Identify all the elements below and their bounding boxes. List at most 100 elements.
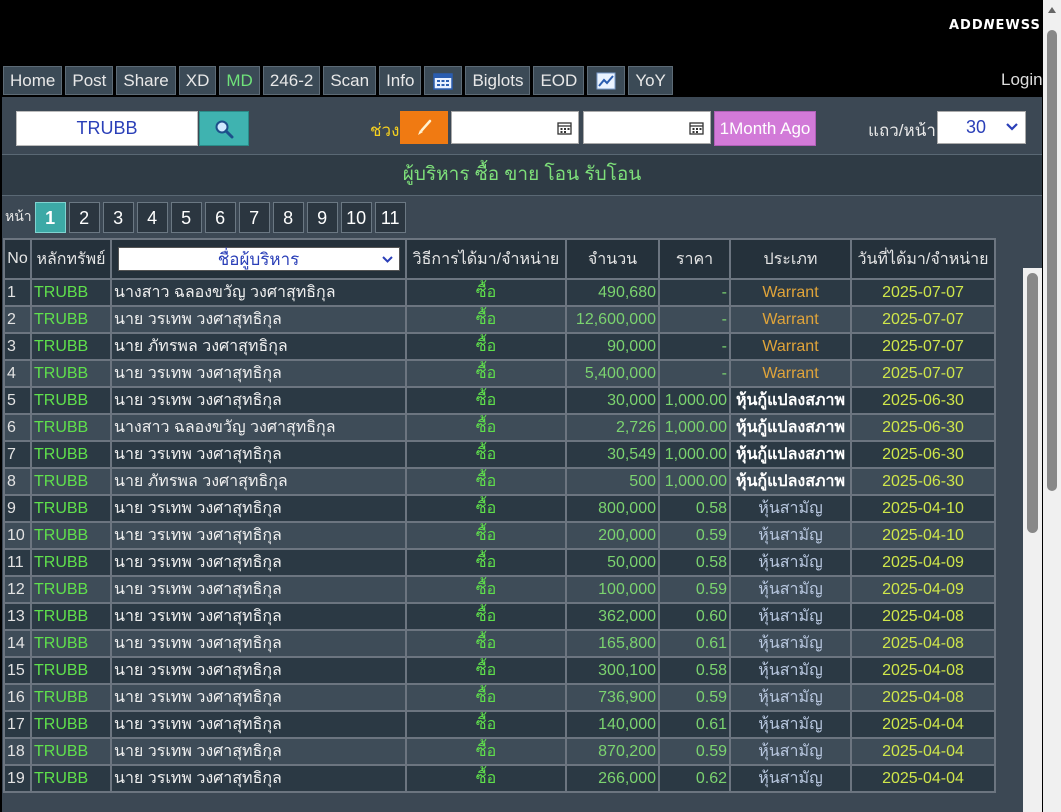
table-row: 6 TRUBB นางสาว ฉลองขวัญ วงศาสุทธิกุล ซื้อ 2,… xyxy=(3,413,996,442)
cell-security-type: Warrant xyxy=(729,278,852,307)
cell-symbol[interactable]: TRUBB xyxy=(30,764,112,793)
cell-symbol[interactable]: TRUBB xyxy=(30,440,112,469)
cell-no: 3 xyxy=(3,332,32,361)
col-header-price[interactable]: ราคา xyxy=(658,238,731,280)
cell-symbol[interactable]: TRUBB xyxy=(30,359,112,388)
cell-symbol[interactable]: TRUBB xyxy=(30,413,112,442)
cell-symbol[interactable]: TRUBB xyxy=(30,710,112,739)
page-button-5[interactable]: 5 xyxy=(170,201,202,233)
nav-xd-button[interactable]: XD xyxy=(178,66,217,95)
cell-executive-name: นาย วรเทพ วงศาสุทธิกุล xyxy=(110,683,407,712)
cell-no: 5 xyxy=(3,386,32,415)
calendar-icon[interactable] xyxy=(689,121,704,135)
nav-biglots-button[interactable]: Biglots xyxy=(465,66,531,95)
page-button-11[interactable]: 11 xyxy=(374,201,406,233)
page-button-9[interactable]: 9 xyxy=(306,201,338,233)
range-label: ช่วง xyxy=(370,121,400,140)
cell-quantity: 736,900 xyxy=(565,683,660,712)
cell-method: ซื้อ xyxy=(405,467,567,496)
login-link[interactable]: Login xyxy=(1001,70,1043,90)
col-header-date[interactable]: วันที่ได้มา/จำหน่าย xyxy=(850,238,996,280)
one-month-ago-button[interactable]: 1Month Ago xyxy=(714,111,816,146)
cell-symbol[interactable]: TRUBB xyxy=(30,332,112,361)
table-scrollbar-thumb[interactable] xyxy=(1027,273,1038,533)
nav-info-button[interactable]: Info xyxy=(379,66,422,95)
cell-symbol[interactable]: TRUBB xyxy=(30,386,112,415)
page-button-8[interactable]: 8 xyxy=(272,201,304,233)
cell-symbol[interactable]: TRUBB xyxy=(30,521,112,550)
nav-scan-button[interactable]: Scan xyxy=(323,66,377,95)
cell-method: ซื้อ xyxy=(405,521,567,550)
nav-share-button[interactable]: Share xyxy=(116,66,176,95)
cell-date: 2025-06-30 xyxy=(850,413,996,442)
table-scrollbar[interactable] xyxy=(1023,268,1042,812)
nav-home-button[interactable]: Home xyxy=(3,66,63,95)
col-header-symbol[interactable]: หลักทรัพย์ xyxy=(30,238,112,280)
cell-quantity: 50,000 xyxy=(565,548,660,577)
end-date-input[interactable] xyxy=(583,111,711,144)
calendar-icon[interactable] xyxy=(557,121,572,135)
nav-yoy-button[interactable]: YoY xyxy=(628,66,673,95)
page-scrollbar-thumb[interactable] xyxy=(1047,30,1057,491)
search-button[interactable] xyxy=(199,111,249,146)
nav-eod-button[interactable]: EOD xyxy=(533,66,585,95)
nav-246-2-button[interactable]: 246-2 xyxy=(262,66,321,95)
cell-symbol[interactable]: TRUBB xyxy=(30,575,112,604)
nav-post-button[interactable]: Post xyxy=(65,66,114,95)
cell-date: 2025-06-30 xyxy=(850,386,996,415)
page-button-6[interactable]: 6 xyxy=(204,201,236,233)
page-scrollbar[interactable] xyxy=(1043,0,1061,812)
cell-quantity: 362,000 xyxy=(565,602,660,631)
start-date-input[interactable] xyxy=(451,111,579,144)
cell-price: 0.59 xyxy=(658,521,731,550)
symbol-input[interactable]: TRUBB xyxy=(16,111,198,146)
cell-symbol[interactable]: TRUBB xyxy=(30,305,112,334)
page-button-7[interactable]: 7 xyxy=(238,201,270,233)
nav-md-button[interactable]: MD xyxy=(219,66,260,95)
cell-executive-name: นางสาว ฉลองขวัญ วงศาสุทธิกุล xyxy=(110,413,407,442)
col-header-type[interactable]: ประเภท xyxy=(729,238,852,280)
cell-symbol[interactable]: TRUBB xyxy=(30,548,112,577)
cell-security-type: หุ้นกู้แปลงสภาพ xyxy=(729,467,852,496)
table-row: 14 TRUBB นาย วรเทพ วงศาสุทธิกุล ซื้อ 165,800… xyxy=(3,629,996,658)
page-button-2[interactable]: 2 xyxy=(68,201,100,233)
cell-date: 2025-04-08 xyxy=(850,602,996,631)
scroll-up-arrow-icon[interactable] xyxy=(1047,6,1057,14)
nav-chart-button[interactable] xyxy=(587,66,626,95)
logo-text-b: EWSS xyxy=(995,18,1041,33)
cell-security-type: Warrant xyxy=(729,305,852,334)
page-button-4[interactable]: 4 xyxy=(136,201,168,233)
rows-per-page-select[interactable]: 30 xyxy=(937,111,1026,144)
cell-price: 0.59 xyxy=(658,737,731,766)
cell-symbol[interactable]: TRUBB xyxy=(30,278,112,307)
page-button-10[interactable]: 10 xyxy=(340,201,372,233)
cell-symbol[interactable]: TRUBB xyxy=(30,656,112,685)
page-button-1[interactable]: 1 xyxy=(34,201,66,233)
cell-method: ซื้อ xyxy=(405,494,567,523)
cell-date: 2025-04-09 xyxy=(850,548,996,577)
chevron-down-icon xyxy=(381,256,393,263)
nav-calendar-button[interactable] xyxy=(424,66,463,95)
cell-price: 1,000.00 xyxy=(658,440,731,469)
page-button-3[interactable]: 3 xyxy=(102,201,134,233)
clear-dates-button[interactable] xyxy=(400,111,448,144)
cell-no: 15 xyxy=(3,656,32,685)
cell-symbol[interactable]: TRUBB xyxy=(30,737,112,766)
table-row: 1 TRUBB นางสาว ฉลองขวัญ วงศาสุทธิกุล ซื้อ 49… xyxy=(3,278,996,307)
cell-symbol[interactable]: TRUBB xyxy=(30,494,112,523)
cell-date: 2025-04-09 xyxy=(850,575,996,604)
cell-executive-name: นาย วรเทพ วงศาสุทธิกุล xyxy=(110,764,407,793)
cell-symbol[interactable]: TRUBB xyxy=(30,683,112,712)
cell-symbol[interactable]: TRUBB xyxy=(30,602,112,631)
col-header-no[interactable]: No xyxy=(3,238,32,280)
site-logo[interactable]: ADDNEWSS xyxy=(949,18,1041,33)
cell-price: 0.62 xyxy=(658,764,731,793)
col-header-qty[interactable]: จำนวน xyxy=(565,238,660,280)
table-row: 2 TRUBB นาย วรเทพ วงศาสุทธิกุล ซื้อ 12,600,0… xyxy=(3,305,996,334)
cell-price: 0.61 xyxy=(658,710,731,739)
cell-symbol[interactable]: TRUBB xyxy=(30,629,112,658)
executive-name-filter[interactable]: ชื่อผู้บริหาร xyxy=(117,247,400,271)
cell-symbol[interactable]: TRUBB xyxy=(30,467,112,496)
col-header-method[interactable]: วิธีการได้มา/จำหน่าย xyxy=(405,238,567,280)
cell-no: 11 xyxy=(3,548,32,577)
